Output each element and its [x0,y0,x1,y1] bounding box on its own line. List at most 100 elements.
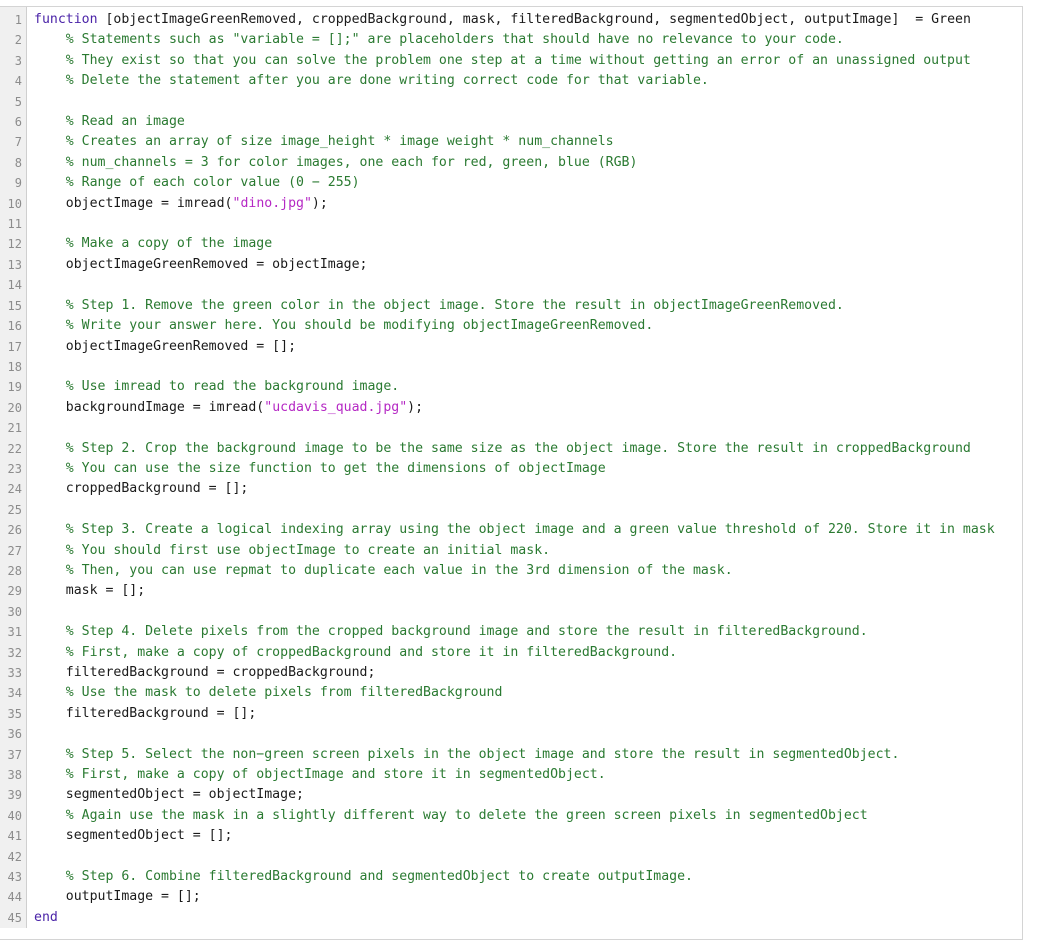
code-line[interactable] [34,602,1039,622]
code-line[interactable] [34,724,1039,744]
code-line[interactable]: filteredBackground = croppedBackground; [34,663,1039,683]
line-number[interactable]: 13 [0,255,26,275]
code-line[interactable]: % Read an image [34,112,1039,132]
code-line[interactable]: % First, make a copy of croppedBackgroun… [34,643,1039,663]
code-line[interactable] [34,847,1039,867]
code-line[interactable]: % You can use the size function to get t… [34,459,1039,479]
line-number[interactable]: 30 [0,602,26,622]
line-number[interactable]: 20 [0,398,26,418]
line-number[interactable]: 23 [0,459,26,479]
code-line[interactable]: objectImageGreenRemoved = []; [34,337,1039,357]
line-number[interactable]: 3 [0,51,26,71]
line-number[interactable]: 5 [0,92,26,112]
code-line[interactable]: % They exist so that you can solve the p… [34,51,1039,71]
code-line[interactable]: % num_channels = 3 for color images, one… [34,153,1039,173]
line-number[interactable]: 21 [0,418,26,438]
line-number[interactable]: 14 [0,275,26,295]
code-line[interactable]: mask = []; [34,581,1039,601]
code-line[interactable]: % Step 4. Delete pixels from the cropped… [34,622,1039,642]
line-number[interactable]: 1 [0,10,26,30]
line-number[interactable]: 19 [0,377,26,397]
line-number[interactable]: 40 [0,806,26,826]
code-line[interactable] [34,357,1039,377]
line-number[interactable]: 12 [0,234,26,254]
code-line[interactable]: % Creates an array of size image_height … [34,132,1039,152]
line-number[interactable]: 16 [0,316,26,336]
line-number[interactable]: 2 [0,30,26,50]
line-number[interactable]: 18 [0,357,26,377]
line-number[interactable]: 15 [0,296,26,316]
code-line[interactable]: % Statements such as "variable = [];" ar… [34,30,1039,50]
code-line[interactable]: % Step 5. Select the non−green screen pi… [34,745,1039,765]
code-content-area[interactable]: function [objectImageGreenRemoved, cropp… [27,7,1039,929]
code-line[interactable]: function [objectImageGreenRemoved, cropp… [34,10,1039,30]
code-line[interactable]: % Delete the statement after you are don… [34,71,1039,91]
code-line[interactable]: end [34,908,1039,928]
line-number[interactable]: 35 [0,704,26,724]
code-line[interactable]: segmentedObject = []; [34,826,1039,846]
code-line[interactable]: % Then, you can use repmat to duplicate … [34,561,1039,581]
code-token-comment: % Make a copy of the image [34,236,273,252]
code-line[interactable]: objectImageGreenRemoved = objectImage; [34,255,1039,275]
line-number[interactable]: 6 [0,112,26,132]
code-token-plain: filteredBackground = []; [34,705,257,721]
line-number[interactable]: 34 [0,683,26,703]
code-line[interactable]: % Range of each color value (0 − 255) [34,173,1039,193]
code-token-string: "ucdavis_quad.jpg" [264,399,408,415]
line-number[interactable]: 31 [0,622,26,642]
code-line[interactable] [34,500,1039,520]
code-line[interactable]: croppedBackground = []; [34,479,1039,499]
line-number-gutter[interactable]: 1 2 3 4 5 6 7 8 9 10 11 12 13 14 15 16 17 18 19 20 21 22 23 24 2… [0,7,27,929]
line-number[interactable]: 33 [0,663,26,683]
code-editor[interactable]: 1 2 3 4 5 6 7 8 9 10 11 12 13 14 15 16 17 18 19 20 21 22 23 24 2… [0,0,1039,946]
line-number[interactable]: 44 [0,887,26,907]
code-line[interactable]: filteredBackground = []; [34,704,1039,724]
line-number[interactable]: 26 [0,520,26,540]
code-line[interactable]: % Make a copy of the image [34,234,1039,254]
line-number[interactable]: 41 [0,826,26,846]
line-number[interactable]: 7 [0,132,26,152]
code-token-comment: % Delete the statement after you are don… [34,73,709,89]
line-number[interactable]: 39 [0,785,26,805]
line-number[interactable]: 9 [0,173,26,193]
code-line[interactable]: % First, make a copy of objectImage and … [34,765,1039,785]
line-number[interactable]: 32 [0,643,26,663]
code-line[interactable]: % Use imread to read the background imag… [34,377,1039,397]
code-line[interactable] [34,418,1039,438]
line-number[interactable]: 42 [0,847,26,867]
code-line[interactable]: % Step 2. Crop the background image to b… [34,439,1039,459]
line-number[interactable]: 17 [0,337,26,357]
line-number[interactable]: 24 [0,479,26,499]
code-line[interactable]: objectImage = imread("dino.jpg"); [34,194,1039,214]
code-token-comment: % num_channels = 3 for color images, one… [34,154,638,170]
line-number[interactable]: 43 [0,867,26,887]
code-line[interactable]: % Step 1. Remove the green color in the … [34,296,1039,316]
code-line[interactable] [34,214,1039,234]
code-token-plain: objectImageGreenRemoved = []; [34,338,297,354]
code-line[interactable]: % You should first use objectImage to cr… [34,541,1039,561]
line-number[interactable]: 36 [0,724,26,744]
line-number[interactable]: 10 [0,194,26,214]
code-line[interactable]: % Step 6. Combine filteredBackground and… [34,867,1039,887]
line-number[interactable]: 45 [0,908,26,928]
line-number[interactable]: 28 [0,561,26,581]
line-number[interactable]: 8 [0,153,26,173]
code-line[interactable]: % Step 3. Create a logical indexing arra… [34,520,1039,540]
line-number[interactable]: 29 [0,581,26,601]
line-number[interactable]: 4 [0,71,26,91]
line-number[interactable]: 37 [0,745,26,765]
line-number[interactable]: 25 [0,500,26,520]
code-line[interactable]: % Use the mask to delete pixels from fil… [34,683,1039,703]
line-number[interactable]: 11 [0,214,26,234]
code-line[interactable]: % Write your answer here. You should be … [34,316,1039,336]
code-line[interactable]: % Again use the mask in a slightly diffe… [34,806,1039,826]
line-number[interactable]: 38 [0,765,26,785]
line-number[interactable]: 27 [0,541,26,561]
code-line[interactable]: backgroundImage = imread("ucdavis_quad.j… [34,398,1039,418]
code-line[interactable]: outputImage = []; [34,887,1039,907]
code-line[interactable] [34,92,1039,112]
line-number[interactable]: 22 [0,439,26,459]
code-token-comment: % Statements such as "variable = [];" ar… [34,32,844,48]
code-line[interactable] [34,275,1039,295]
code-line[interactable]: segmentedObject = objectImage; [34,785,1039,805]
